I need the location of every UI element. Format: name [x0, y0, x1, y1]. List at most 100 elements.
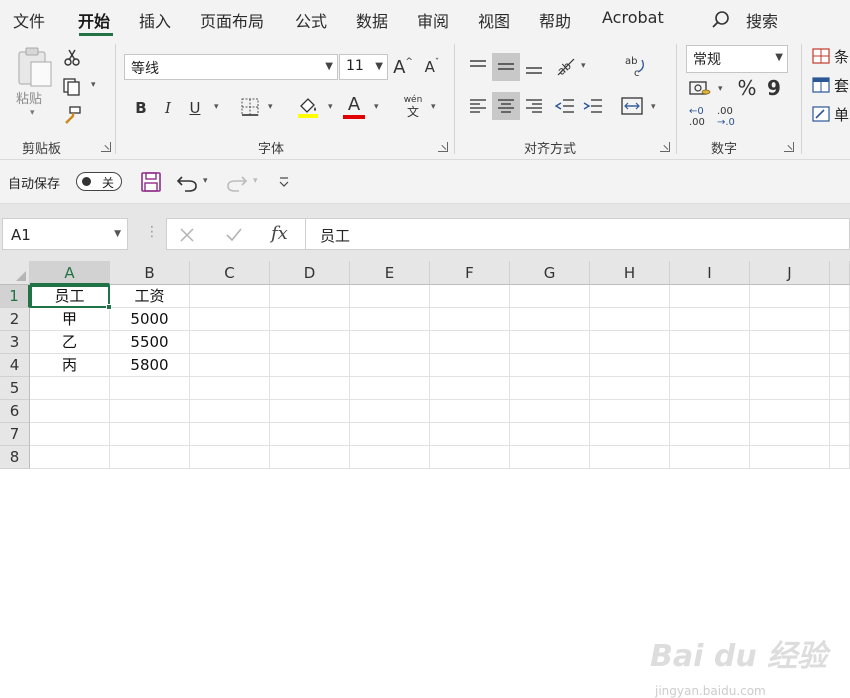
cell-c2[interactable] — [190, 308, 270, 331]
cell-k6[interactable] — [830, 400, 850, 423]
cell-f1[interactable] — [430, 285, 510, 308]
cell-e6[interactable] — [350, 400, 430, 423]
cell-h7[interactable] — [590, 423, 670, 446]
increase-decimal-button[interactable]: ←0 .00 — [689, 106, 713, 132]
paste-button[interactable]: 粘贴 — [16, 88, 42, 107]
cell-k1[interactable] — [830, 285, 850, 308]
cell-i2[interactable] — [670, 308, 750, 331]
redo-icon[interactable] — [226, 171, 248, 193]
cell-k5[interactable] — [830, 377, 850, 400]
cell-i1[interactable] — [670, 285, 750, 308]
font-name-combo[interactable]: 等线 ▼ — [124, 54, 338, 80]
row-header-8[interactable]: 8 — [0, 446, 30, 469]
cell-f6[interactable] — [430, 400, 510, 423]
comma-style-button[interactable]: 9 — [764, 76, 784, 100]
cell-e5[interactable] — [350, 377, 430, 400]
cell-i8[interactable] — [670, 446, 750, 469]
customize-qat-icon[interactable] — [278, 176, 290, 188]
cell-g6[interactable] — [510, 400, 590, 423]
copy-icon[interactable] — [62, 78, 82, 96]
cell-b7[interactable] — [110, 423, 190, 446]
borders-icon[interactable] — [240, 97, 260, 117]
menu-review[interactable]: 审阅 — [417, 8, 449, 32]
cell-i3[interactable] — [670, 331, 750, 354]
cell-b5[interactable] — [110, 377, 190, 400]
cell-e3[interactable] — [350, 331, 430, 354]
bottom-align-button[interactable] — [521, 53, 547, 81]
cell-i4[interactable] — [670, 354, 750, 377]
row-header-3[interactable]: 3 — [0, 331, 30, 354]
cell-c6[interactable] — [190, 400, 270, 423]
cell-h8[interactable] — [590, 446, 670, 469]
search-icon[interactable] — [711, 10, 731, 30]
row-header-4[interactable]: 4 — [0, 354, 30, 377]
paste-dropdown-icon[interactable]: ▾ — [30, 108, 35, 118]
menu-insert[interactable]: 插入 — [139, 8, 171, 32]
row-header-1[interactable]: 1 — [0, 285, 30, 308]
enter-check-icon[interactable] — [225, 227, 243, 243]
column-header-d[interactable]: D — [270, 261, 350, 285]
cell-j8[interactable] — [750, 446, 830, 469]
cell-a2[interactable]: 甲 — [30, 308, 110, 331]
cell-h4[interactable] — [590, 354, 670, 377]
cell-j1[interactable] — [750, 285, 830, 308]
cell-f3[interactable] — [430, 331, 510, 354]
cell-g7[interactable] — [510, 423, 590, 446]
undo-dropdown-icon[interactable]: ▾ — [203, 176, 208, 186]
cell-d5[interactable] — [270, 377, 350, 400]
cell-c7[interactable] — [190, 423, 270, 446]
phonetic-dropdown-icon[interactable]: ▾ — [431, 102, 436, 112]
cell-j7[interactable] — [750, 423, 830, 446]
column-header-k[interactable] — [830, 261, 850, 285]
number-launcher-icon[interactable] — [784, 142, 794, 152]
cell-a8[interactable] — [30, 446, 110, 469]
copy-dropdown-icon[interactable]: ▾ — [91, 80, 96, 90]
wrap-text-icon[interactable]: ab c — [624, 54, 646, 80]
cell-i7[interactable] — [670, 423, 750, 446]
middle-align-button[interactable] — [492, 53, 520, 81]
undo-icon[interactable] — [176, 171, 198, 193]
conditional-format-button[interactable]: 条 — [812, 46, 850, 66]
format-as-table-button[interactable]: 套 — [812, 75, 850, 95]
cell-j3[interactable] — [750, 331, 830, 354]
bold-button[interactable]: B — [130, 96, 152, 120]
font-launcher-icon[interactable] — [438, 142, 448, 152]
cell-j6[interactable] — [750, 400, 830, 423]
row-header-5[interactable]: 5 — [0, 377, 30, 400]
column-header-j[interactable]: J — [750, 261, 830, 285]
formula-input[interactable]: 员工 — [305, 218, 850, 250]
column-header-a[interactable]: A — [30, 261, 110, 285]
select-all-button[interactable] — [0, 261, 30, 285]
cell-h3[interactable] — [590, 331, 670, 354]
cell-g8[interactable] — [510, 446, 590, 469]
cell-d8[interactable] — [270, 446, 350, 469]
cell-h6[interactable] — [590, 400, 670, 423]
fill-color-icon[interactable] — [296, 94, 320, 118]
menu-view[interactable]: 视图 — [478, 8, 510, 32]
cell-h1[interactable] — [590, 285, 670, 308]
cell-c3[interactable] — [190, 331, 270, 354]
cell-b2[interactable]: 5000 — [110, 308, 190, 331]
cell-a5[interactable] — [30, 377, 110, 400]
phonetic-button[interactable]: wén 文 — [401, 95, 425, 121]
font-color-dropdown-icon[interactable]: ▾ — [374, 102, 379, 112]
merge-center-icon[interactable] — [621, 96, 643, 116]
menu-formulas[interactable]: 公式 — [295, 8, 327, 32]
paste-icon[interactable] — [15, 46, 55, 88]
autosave-toggle[interactable]: 关 — [76, 172, 122, 191]
menu-page-layout[interactable]: 页面布局 — [200, 8, 264, 32]
cell-f5[interactable] — [430, 377, 510, 400]
column-header-c[interactable]: C — [190, 261, 270, 285]
cell-c4[interactable] — [190, 354, 270, 377]
cell-f4[interactable] — [430, 354, 510, 377]
cell-d4[interactable] — [270, 354, 350, 377]
cell-a7[interactable] — [30, 423, 110, 446]
orientation-icon[interactable]: ab — [554, 55, 576, 77]
cell-a3[interactable]: 乙 — [30, 331, 110, 354]
search-label[interactable]: 搜索 — [746, 8, 778, 32]
cell-f7[interactable] — [430, 423, 510, 446]
cell-k4[interactable] — [830, 354, 850, 377]
decrease-decimal-button[interactable]: .00 →.0 — [717, 106, 741, 132]
grow-font-button[interactable]: A ^ — [392, 54, 414, 80]
font-color-button[interactable]: A — [343, 93, 365, 115]
